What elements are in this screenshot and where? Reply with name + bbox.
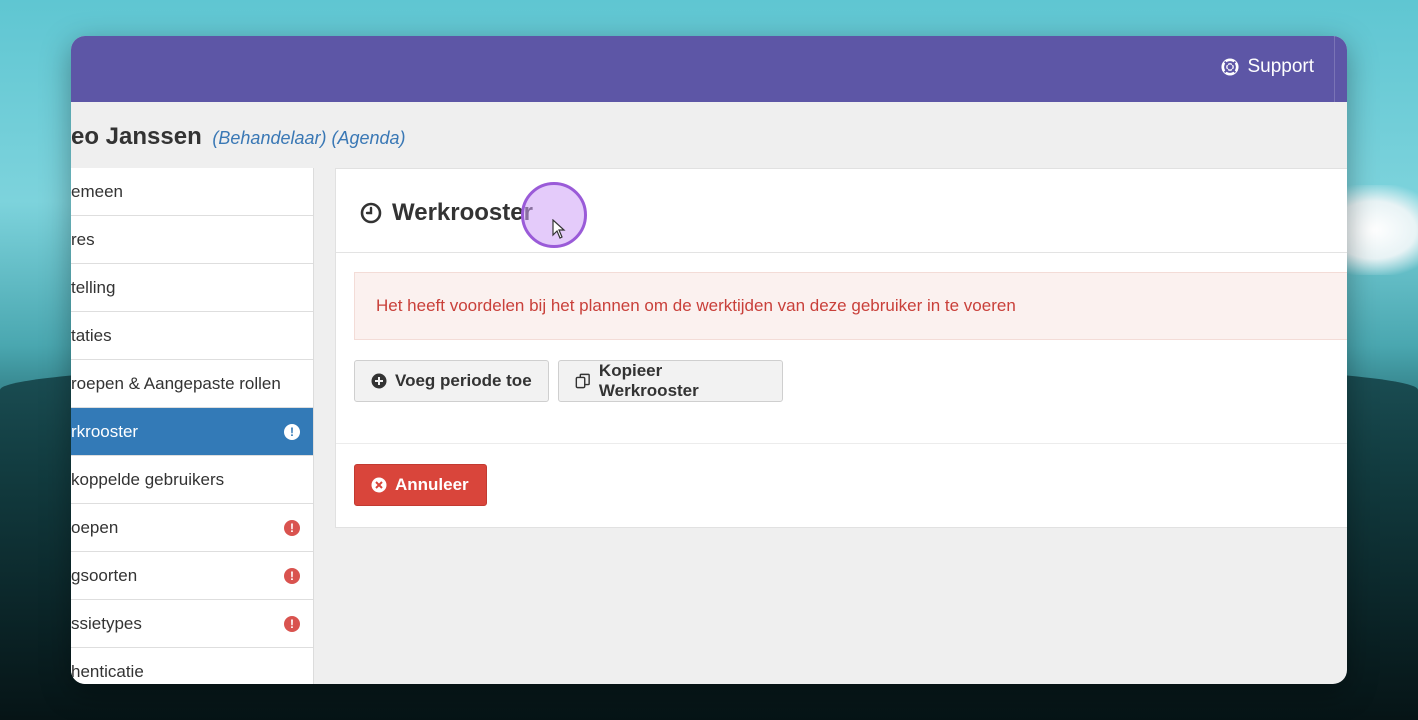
mouse-cursor-icon [552, 219, 566, 239]
sidebar-item-label: telling [71, 277, 116, 297]
sidebar-item-label: henticatie [71, 661, 144, 681]
support-link[interactable]: Support [1221, 56, 1314, 78]
navbar-divider [1334, 36, 1335, 102]
werkrooster-panel: Werkrooster Het heeft voordelen bij het … [335, 168, 1347, 528]
add-period-label: Voeg periode toe [395, 371, 532, 390]
sidebar-item-sessietypes[interactable]: ssietypes ! [71, 600, 313, 648]
lifebuoy-icon [1221, 58, 1240, 76]
sidebar-item-behandelsoorten[interactable]: gsoorten ! [71, 552, 313, 600]
support-label: Support [1247, 56, 1314, 77]
sidebar-item-groepen[interactable]: oepen ! [71, 504, 313, 552]
top-navbar: Support [71, 36, 1347, 102]
panel-header: Werkrooster [336, 169, 1347, 253]
exclamation-icon: ! [284, 615, 300, 632]
cancel-button[interactable]: Annuleer [354, 464, 487, 506]
copy-schedule-button[interactable]: Kopieer Werkrooster [558, 360, 783, 402]
clock-icon [360, 202, 382, 224]
sidebar-item-label: roepen & Aangepaste rollen [71, 373, 281, 393]
exclamation-icon: ! [284, 423, 300, 440]
sidebar-item-werkrooster[interactable]: rkrooster ! [71, 408, 313, 456]
sidebar-item-label: koppelde gebruikers [71, 469, 225, 489]
sidebar-item-algemeen[interactable]: emeen [71, 168, 313, 216]
panel-divider [336, 443, 1347, 444]
add-period-button[interactable]: Voeg periode toe [354, 360, 549, 402]
panel-title: Werkrooster [360, 199, 533, 227]
panel-title-text: Werkrooster [392, 199, 533, 226]
sidebar-item-authenticatie[interactable]: henticatie [71, 648, 313, 684]
cancel-label: Annuleer [395, 475, 469, 494]
sidebar-item-label: rkrooster [71, 421, 139, 441]
person-roles-link[interactable]: (Behandelaar) (Agenda) [212, 128, 405, 148]
times-circle-icon [371, 477, 387, 493]
sidebar-item-instelling[interactable]: telling [71, 264, 313, 312]
sidebar-item-groepen-rollen[interactable]: roepen & Aangepaste rollen [71, 360, 313, 408]
alert-text: Het heeft voordelen bij het plannen om d… [376, 296, 1016, 315]
sidebar-item-label: res [71, 229, 95, 249]
sidebar-item-label: oepen [71, 517, 119, 537]
app-window: Support eo Janssen (Behandelaar) (Agenda… [71, 36, 1347, 684]
sidebar-item-label: ssietypes [71, 613, 142, 633]
sidebar-item-adres[interactable]: res [71, 216, 313, 264]
exclamation-icon: ! [284, 567, 300, 584]
copy-schedule-label: Kopieer Werkrooster [598, 361, 699, 400]
sidebar-item-gekoppelde-gebruikers[interactable]: koppelde gebruikers [71, 456, 313, 504]
copy-icon [575, 373, 590, 389]
sidebar-item-notaties[interactable]: taties [71, 312, 313, 360]
page-title: eo Janssen (Behandelaar) (Agenda) [71, 123, 406, 151]
sidebar-item-label: gsoorten [71, 565, 138, 585]
sidebar-item-label: taties [71, 325, 112, 345]
exclamation-icon: ! [284, 519, 300, 536]
sidebar-item-label: emeen [71, 181, 123, 201]
settings-sidebar: emeen res telling taties roepen & Aangep… [71, 168, 314, 684]
info-alert: Het heeft voordelen bij het plannen om d… [354, 272, 1347, 340]
plus-circle-icon [371, 373, 387, 389]
person-name: eo Janssen [71, 123, 202, 150]
